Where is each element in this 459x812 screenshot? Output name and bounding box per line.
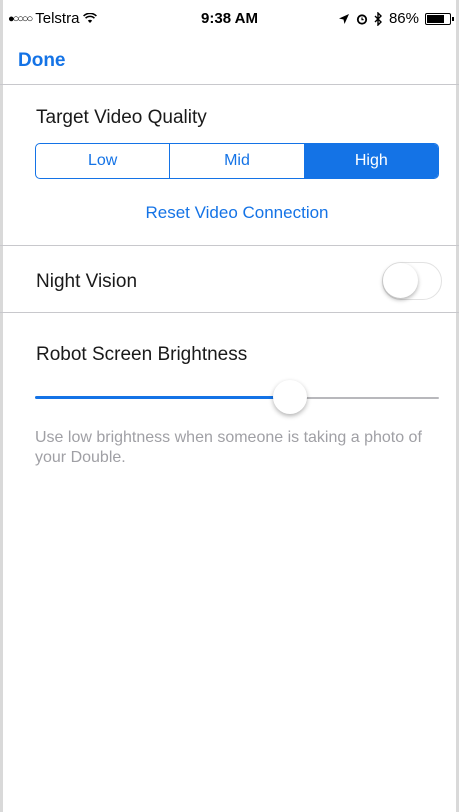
brightness-slider[interactable] — [35, 380, 439, 416]
video-quality-title: Target Video Quality — [36, 107, 207, 128]
video-quality-segmented-control: Low Mid High — [35, 143, 439, 179]
toggle-knob[interactable] — [383, 263, 418, 298]
quality-option-mid[interactable]: Mid — [169, 144, 303, 178]
battery-fill — [427, 14, 444, 23]
battery-tip — [452, 16, 454, 21]
section-divider — [0, 312, 459, 313]
brightness-hint-text: Use low brightness when someone is takin… — [35, 429, 422, 466]
status-bar: ●○○○○ Telstra 9:38 AM 86% — [0, 0, 459, 40]
night-vision-label: Night Vision — [36, 271, 138, 292]
battery-icon — [425, 12, 454, 25]
brightness-title: Robot Screen Brightness — [36, 344, 248, 365]
done-button[interactable]: Done — [18, 50, 66, 72]
slider-track-filled — [35, 396, 290, 399]
quality-option-low[interactable]: Low — [36, 144, 169, 178]
battery-percent: 86% — [388, 10, 419, 27]
location-arrow-icon — [338, 13, 349, 24]
status-right: 86% — [338, 10, 454, 27]
slider-thumb[interactable] — [273, 380, 307, 414]
slider-track-empty — [290, 397, 439, 399]
alarm-clock-icon — [356, 13, 368, 25]
bluetooth-icon — [374, 11, 382, 26]
section-divider — [0, 245, 459, 246]
reset-video-connection-button[interactable]: Reset Video Connection — [0, 203, 459, 223]
night-vision-toggle[interactable] — [382, 262, 442, 300]
frame-left-border — [0, 0, 3, 812]
quality-option-high[interactable]: High — [303, 144, 438, 178]
nav-bar: Done — [0, 40, 459, 85]
